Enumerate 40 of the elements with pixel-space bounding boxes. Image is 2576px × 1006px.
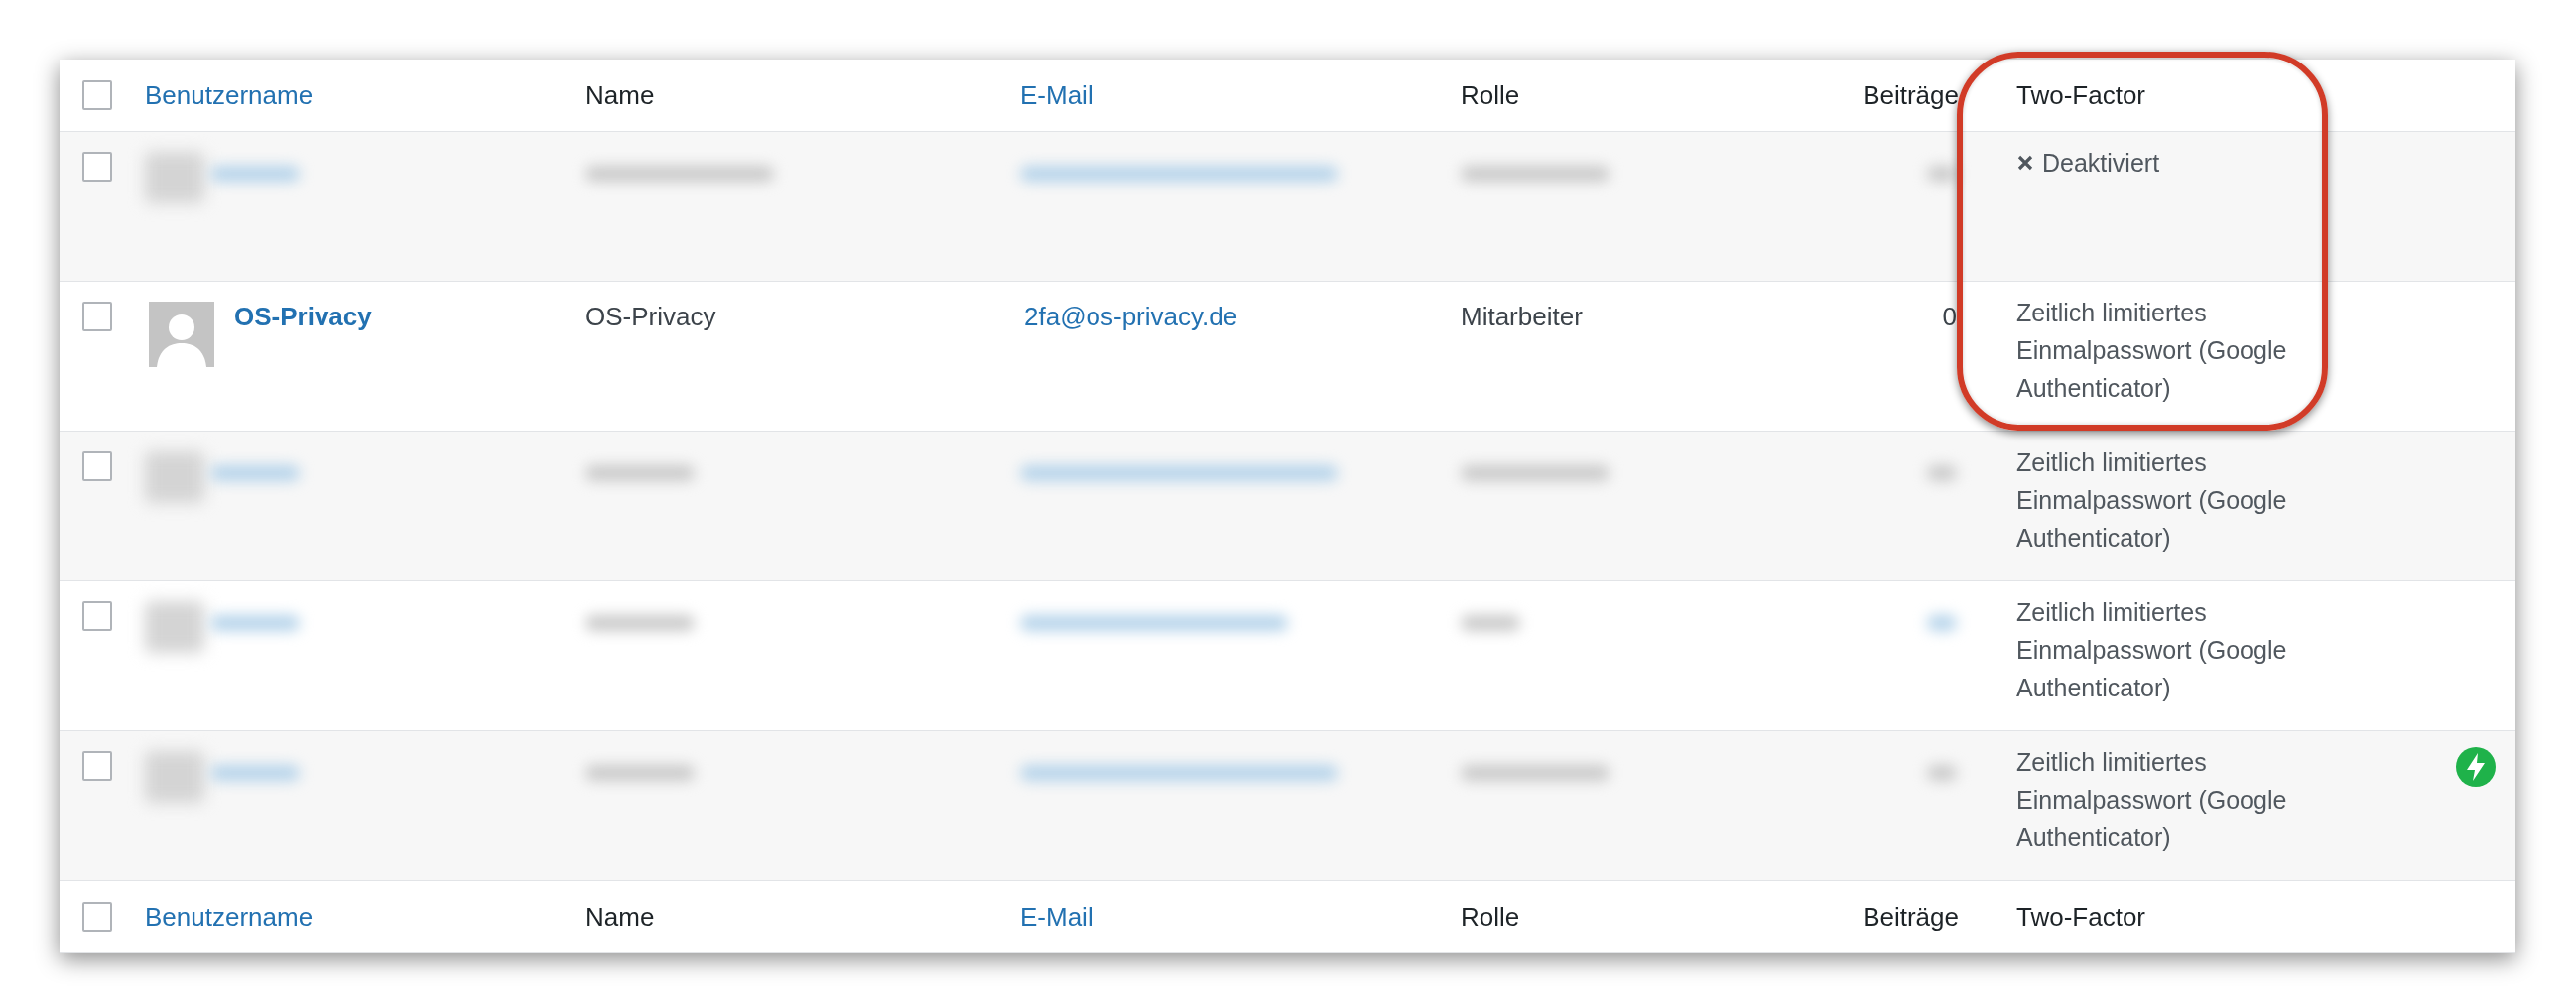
checkbox[interactable]	[82, 451, 112, 481]
blurred-avatar	[145, 751, 204, 803]
column-header-link[interactable]: Benutzername	[145, 79, 314, 110]
column-header: Beiträge	[1863, 901, 1959, 932]
two-factor-method: Zeitlich limitiertes Einmalpasswort (Google Authenticator)	[2016, 298, 2288, 404]
blurred-text	[1927, 465, 1957, 481]
column-header: Two-Factor	[2016, 80, 2146, 110]
avatar-icon	[149, 302, 214, 367]
checkbox[interactable]	[82, 902, 112, 932]
blurred-text	[1927, 615, 1957, 631]
checkbox[interactable]	[82, 80, 112, 110]
column-header: Two-Factor	[2016, 902, 2146, 932]
email-link[interactable]: 2fa@os-privacy.de	[1020, 302, 1441, 331]
column-header: Rolle	[1461, 901, 1520, 932]
two-factor-method: Zeitlich limitiertes Einmalpasswort (Google Authenticator)	[2016, 447, 2288, 554]
column-header-link[interactable]: E-Mail	[1020, 79, 1094, 110]
blurred-text	[1927, 765, 1957, 781]
two-factor-method: Zeitlich limitiertes Einmalpasswort (Google Authenticator)	[2016, 747, 2288, 853]
blurred-avatar	[145, 451, 204, 503]
blurred-text	[1461, 615, 1520, 631]
column-header-link[interactable]: Benutzername	[145, 901, 314, 932]
column-header-link[interactable]: E-Mail	[1020, 901, 1094, 932]
name-text: OS-Privacy	[585, 302, 717, 331]
blurred-avatar	[145, 152, 204, 203]
username-link[interactable]: OS-Privacy	[234, 302, 372, 331]
column-header: Beiträge	[1863, 79, 1959, 110]
blurred-text	[1927, 166, 1957, 182]
column-header: Rolle	[1461, 79, 1520, 110]
cross-icon	[2016, 154, 2034, 172]
checkbox[interactable]	[82, 302, 112, 331]
two-factor-method: Zeitlich limitiertes Einmalpasswort (Google Authenticator)	[2016, 597, 2288, 703]
blurred-avatar	[145, 601, 204, 653]
column-header: Name	[585, 79, 655, 110]
role-text: Mitarbeiter	[1461, 302, 1584, 331]
checkbox[interactable]	[82, 751, 112, 781]
column-header: Name	[585, 901, 655, 932]
checkbox[interactable]	[82, 601, 112, 631]
two-factor-status: Deaktiviert	[2042, 148, 2160, 179]
checkbox[interactable]	[82, 152, 112, 182]
post-count: 0	[1941, 302, 1957, 331]
